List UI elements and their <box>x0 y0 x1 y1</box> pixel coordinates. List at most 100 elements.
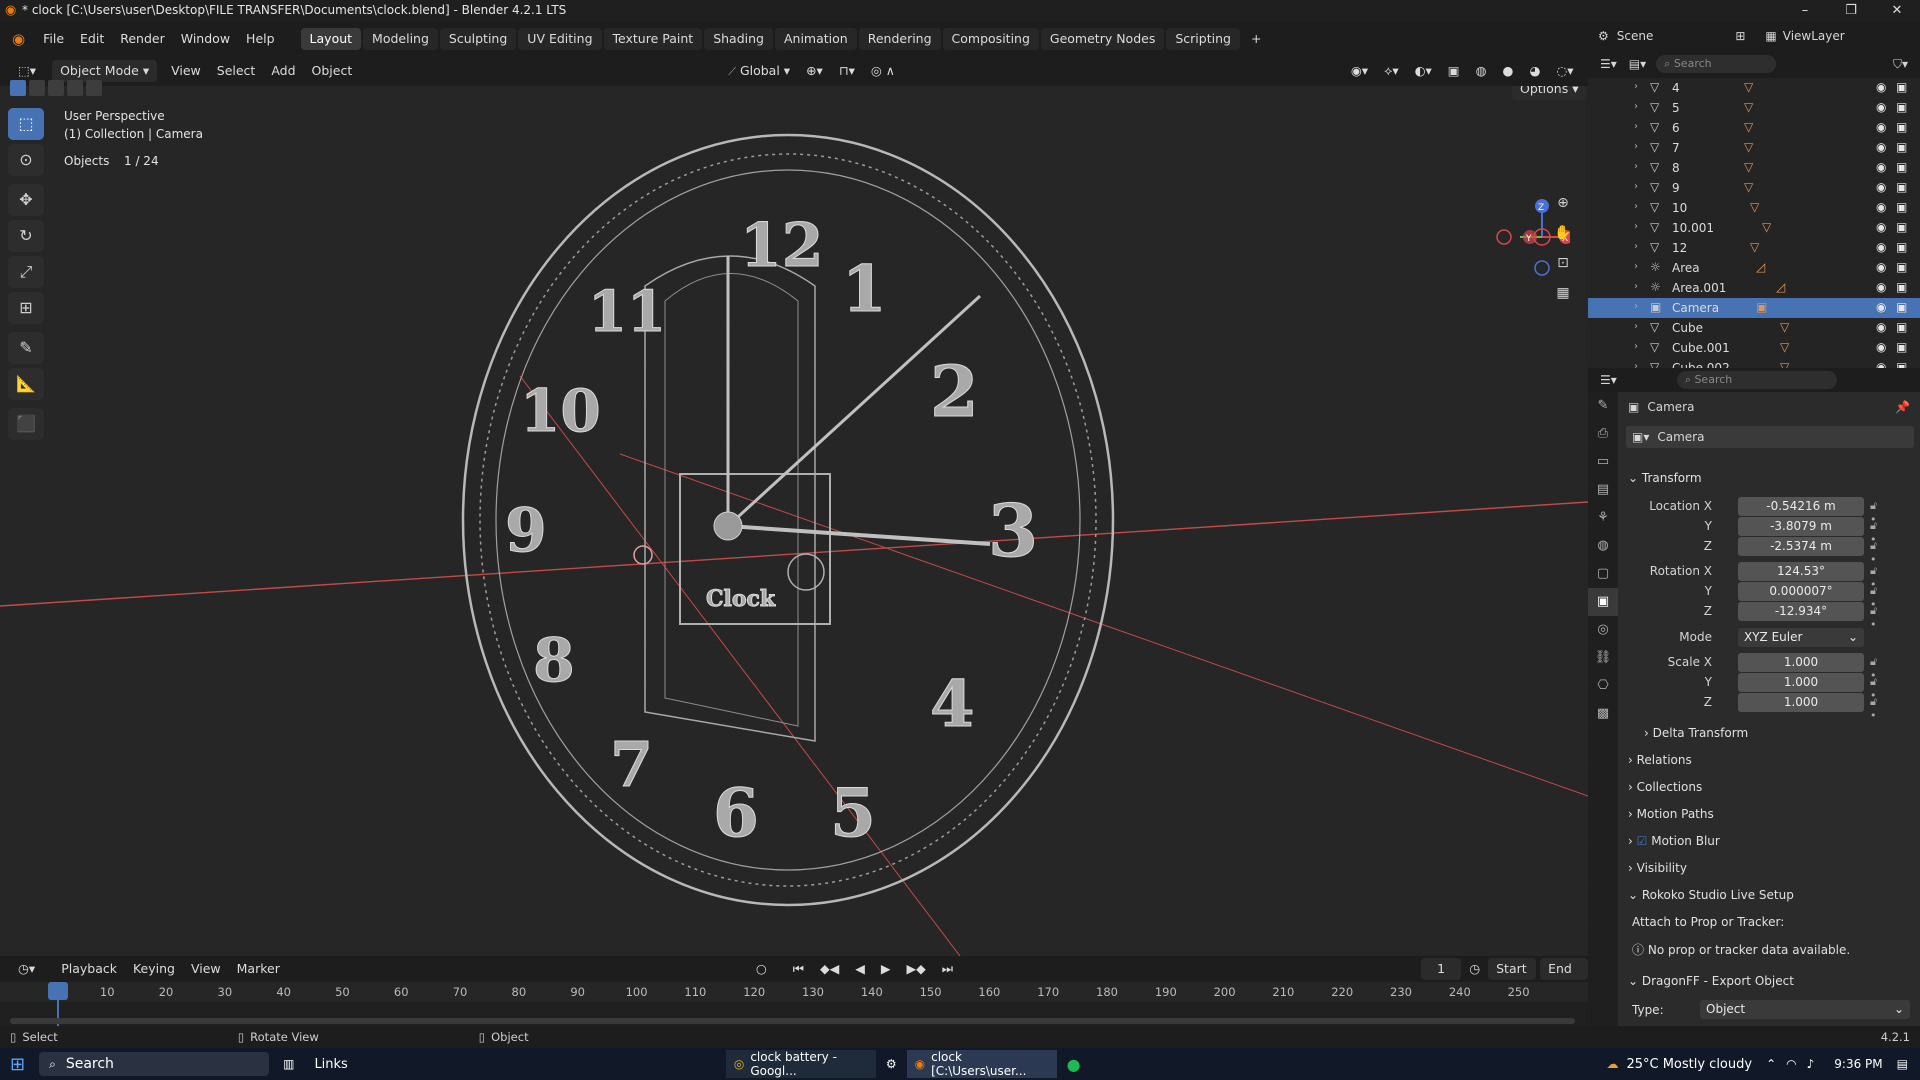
visibility-eye-icon[interactable]: ◉ <box>1876 220 1886 234</box>
visibility-eye-icon[interactable]: ◉ <box>1876 360 1886 368</box>
pivot-point-icon[interactable]: ⊕▾ <box>798 60 831 82</box>
move-icon[interactable]: ✥ <box>8 184 44 216</box>
overlay-toggle-icon[interactable]: ◐▾ <box>1407 60 1440 82</box>
visibility-eye-icon[interactable]: ◉ <box>1876 240 1886 254</box>
menu-window[interactable]: Window <box>173 22 238 56</box>
workspace-tab-modeling[interactable]: Modeling <box>363 28 438 50</box>
timeline-scrollbar[interactable] <box>10 1018 1575 1024</box>
workspace-tab-texture-paint[interactable]: Texture Paint <box>603 28 703 50</box>
rotation-x-field[interactable]: 124.53° <box>1738 562 1864 581</box>
steam-icon[interactable]: ⚙ <box>886 1057 897 1071</box>
shading-wireframe-icon[interactable]: ◍ <box>1468 60 1495 82</box>
zoom-icon[interactable]: ⊕ <box>1550 190 1576 216</box>
playhead[interactable] <box>48 982 68 1000</box>
add-menu[interactable]: Add <box>263 60 303 82</box>
notification-icon[interactable]: ▤ <box>1897 1057 1908 1071</box>
timeline-ruler[interactable]: 1102030405060708090100110120130140150160… <box>0 982 1588 1002</box>
render-camera-icon[interactable]: ▣ <box>1896 320 1907 334</box>
render-camera-icon[interactable]: ▣ <box>1896 260 1907 274</box>
outliner-search-input[interactable]: ⌕ Search <box>1656 55 1777 73</box>
camera-view-icon[interactable]: ⊡ <box>1550 250 1576 276</box>
collections-section[interactable]: › Collections <box>1628 780 1702 794</box>
timeline-editor-icon[interactable]: ◷▾ <box>10 958 43 980</box>
visibility-eye-icon[interactable]: ◉ <box>1876 140 1886 154</box>
location-z-field[interactable]: -2.5374 m <box>1738 537 1864 556</box>
visibility-eye-icon[interactable]: ◉ <box>1876 80 1886 94</box>
dragonff-type-dropdown[interactable]: Object ⌄ <box>1700 1000 1910 1019</box>
visibility-eye-icon[interactable]: ◉ <box>1876 260 1886 274</box>
taskbar-blender-window[interactable]: ◉ clock [C:\Users\user... <box>906 1050 1057 1078</box>
render-camera-icon[interactable]: ▣ <box>1896 240 1907 254</box>
object-name[interactable]: Camera <box>1647 400 1694 414</box>
workspace-tab-scripting[interactable]: Scripting <box>1166 28 1240 50</box>
workspace-tab-compositing[interactable]: Compositing <box>942 28 1039 50</box>
workspace-tab-sculpting[interactable]: Sculpting <box>439 28 517 50</box>
transform-section[interactable]: ⌄ Transform <box>1628 471 1702 485</box>
outliner-item-10-001[interactable]: › ▽ 10.001 ▽ ◉ ▣ <box>1588 218 1920 238</box>
expand-arrow-icon[interactable]: › <box>1634 341 1638 352</box>
outliner-item-4[interactable]: › ▽ 4 ▽ ◉ ▣ <box>1588 78 1920 98</box>
rokoko-section[interactable]: ⌄ Rokoko Studio Live Setup <box>1628 888 1794 902</box>
expand-arrow-icon[interactable]: › <box>1634 361 1638 368</box>
cursor-icon[interactable]: ⊙ <box>8 144 44 176</box>
visibility-eye-icon[interactable]: ◉ <box>1876 200 1886 214</box>
view-menu[interactable]: View <box>163 60 209 82</box>
current-frame-field[interactable]: 1 <box>1421 958 1462 980</box>
workspace-tab-layout[interactable]: Layout <box>300 28 362 50</box>
links-toolbar[interactable]: Links <box>314 1057 347 1072</box>
clock-time[interactable]: 9:36 PM <box>1834 1057 1882 1071</box>
outliner-item-area-001[interactable]: › ☼ Area.001 ◿ ◉ ▣ <box>1588 278 1920 298</box>
display-mode-icon[interactable]: ▤▾ <box>1629 57 1646 71</box>
relations-section[interactable]: › Relations <box>1628 753 1692 767</box>
3d-viewport[interactable]: 12 1 2 3 4 5 6 7 8 9 10 11 Clock User Pe… <box>0 86 1588 956</box>
weather-text[interactable]: 25°C Mostly cloudy <box>1626 1057 1752 1072</box>
select-subtract-icon[interactable] <box>48 80 64 96</box>
expand-arrow-icon[interactable]: › <box>1634 121 1638 132</box>
render-camera-icon[interactable]: ▣ <box>1896 160 1907 174</box>
transform-icon[interactable]: ⊞ <box>8 292 44 324</box>
workspace-tab-uv-editing[interactable]: UV Editing <box>518 28 602 50</box>
render-camera-icon[interactable]: ▣ <box>1896 280 1907 294</box>
motion-blur-section[interactable]: › ☑ Motion Blur <box>1628 834 1720 848</box>
delta-transform-section[interactable]: › Delta Transform <box>1644 726 1748 740</box>
task-view-icon[interactable]: ▥ <box>283 1057 294 1071</box>
scene-selector[interactable]: Scene <box>1617 29 1654 43</box>
proportional-editing-icon[interactable]: ◎ ∧ <box>863 60 903 82</box>
render-camera-icon[interactable]: ▣ <box>1896 200 1907 214</box>
close-button[interactable]: ✕ <box>1874 0 1920 22</box>
visibility-eye-icon[interactable]: ◉ <box>1876 340 1886 354</box>
shading-material-icon[interactable]: ◕ <box>1521 60 1548 82</box>
menu-help[interactable]: Help <box>238 22 283 56</box>
volume-icon[interactable]: ♪ <box>1807 1057 1815 1071</box>
workspace-tab-geometry-nodes[interactable]: Geometry Nodes <box>1040 28 1165 50</box>
outliner-item-12[interactable]: › ▽ 12 ▽ ◉ ▣ <box>1588 238 1920 258</box>
visibility-eye-icon[interactable]: ◉ <box>1876 100 1886 114</box>
snap-icon[interactable]: ⊓▾ <box>831 60 863 82</box>
gizmo-toggle-icon[interactable]: ⟡▾ <box>1376 60 1407 82</box>
auto-key-icon[interactable]: ○ <box>748 958 775 980</box>
visibility-eye-icon[interactable]: ◉ <box>1876 180 1886 194</box>
ortho-grid-icon[interactable]: ▦ <box>1550 280 1576 306</box>
jump-keyframe-back-icon[interactable]: ◆◀ <box>812 958 847 980</box>
workspace-tab-rendering[interactable]: Rendering <box>858 28 941 50</box>
expand-arrow-icon[interactable]: › <box>1634 241 1638 252</box>
expand-arrow-icon[interactable]: › <box>1634 321 1638 332</box>
shading-rendered-icon[interactable]: ◌▾ <box>1548 60 1581 82</box>
scale-y-field[interactable]: 1.000 <box>1738 673 1864 692</box>
timeline-area[interactable]: 1102030405060708090100110120130140150160… <box>0 982 1588 1026</box>
outliner-item-area[interactable]: › ☼ Area ◿ ◉ ▣ <box>1588 258 1920 278</box>
visibility-eye-icon[interactable]: ◉ <box>1876 120 1886 134</box>
expand-arrow-icon[interactable]: › <box>1634 161 1638 172</box>
play-icon[interactable]: ▶ <box>873 958 899 980</box>
outliner-item-9[interactable]: › ▽ 9 ▽ ◉ ▣ <box>1588 178 1920 198</box>
properties-editor-icon[interactable]: ☰▾ <box>1600 373 1617 387</box>
xray-icon[interactable]: ▣ <box>1440 60 1468 82</box>
keying-menu[interactable]: Keying ▾ <box>125 958 183 998</box>
filter-icon[interactable]: ⛉▾ <box>1893 57 1908 72</box>
render-camera-icon[interactable]: ▣ <box>1896 300 1907 314</box>
select-box-icon[interactable]: ⬚ <box>8 108 44 140</box>
render-camera-icon[interactable]: ▣ <box>1896 340 1907 354</box>
render-camera-icon[interactable]: ▣ <box>1896 360 1907 368</box>
properties-search-input[interactable]: ⌕ Search <box>1676 371 1837 389</box>
workspace-tab-animation[interactable]: Animation <box>774 28 857 50</box>
